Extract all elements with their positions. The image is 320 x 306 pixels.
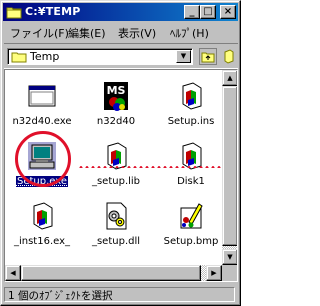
file-list-view[interactable]: n32d40.exe MS n32d40 Setup.ins Setup.exe… bbox=[4, 69, 238, 282]
file-item[interactable]: Setup.bmp bbox=[154, 200, 228, 247]
status-pane: 1 個のｵﾌﾞｼﾞｪｸﾄを選択 bbox=[4, 287, 235, 302]
scroll-down-icon[interactable]: ▼ bbox=[222, 249, 237, 265]
vertical-scrollbar[interactable]: ▲ ▼ bbox=[222, 70, 237, 265]
minimize-button[interactable]: _ bbox=[184, 5, 200, 19]
explorer-window: C:¥TEMP _ □ × ファイル(F) 編集(E) 表示(V) ﾍﾙﾌﾟ(H… bbox=[0, 0, 241, 306]
folder-icon bbox=[11, 52, 27, 63]
gear-file-icon bbox=[106, 202, 127, 230]
scroll-thumb-horizontal[interactable] bbox=[21, 265, 201, 281]
menu-view[interactable]: 表示(V) bbox=[118, 25, 156, 41]
scroll-thumb[interactable] bbox=[222, 86, 237, 246]
folder-icon bbox=[6, 7, 22, 19]
scroll-left-icon[interactable]: ◀ bbox=[5, 265, 21, 281]
file-item[interactable]: Disk1 bbox=[154, 140, 228, 187]
file-label: n32d40.exe bbox=[12, 116, 72, 127]
setup-icon bbox=[182, 82, 202, 110]
chevron-down-icon[interactable]: ▼ bbox=[176, 50, 191, 63]
menu-bar: ファイル(F) 編集(E) 表示(V) ﾍﾙﾌﾟ(H) bbox=[4, 23, 238, 41]
toolbar: Temp ▼ bbox=[4, 43, 238, 69]
close-button[interactable]: × bbox=[220, 5, 236, 19]
ms-dos-icon: MS bbox=[104, 82, 128, 111]
paint-icon bbox=[180, 203, 203, 229]
title-bar[interactable]: C:¥TEMP _ □ × bbox=[3, 3, 238, 21]
dotted-line bbox=[78, 166, 237, 168]
file-item[interactable]: _setup.dll bbox=[79, 200, 153, 247]
file-item[interactable]: n32d40.exe bbox=[5, 80, 79, 127]
scroll-corner bbox=[222, 265, 237, 281]
address-dropdown[interactable]: Temp ▼ bbox=[7, 48, 193, 65]
menu-edit[interactable]: 編集(E) bbox=[68, 25, 106, 41]
scroll-right-icon[interactable]: ▶ bbox=[206, 265, 222, 281]
file-item[interactable]: _setup.lib bbox=[79, 140, 153, 187]
maximize-button[interactable]: □ bbox=[200, 5, 216, 19]
file-item[interactable]: MS n32d40 bbox=[79, 80, 153, 127]
setup-icon bbox=[33, 202, 53, 230]
horizontal-scrollbar[interactable]: ◀ ▶ bbox=[5, 265, 222, 281]
file-label: _setup.lib bbox=[91, 176, 141, 187]
file-label: _setup.dll bbox=[91, 236, 141, 247]
svg-text:MS: MS bbox=[107, 84, 126, 97]
app-exe-icon bbox=[28, 85, 56, 107]
file-label: n32d40 bbox=[96, 116, 136, 127]
scroll-up-icon[interactable]: ▲ bbox=[222, 70, 237, 86]
status-bar: 1 個のｵﾌﾞｼﾞｪｸﾄを選択 bbox=[3, 286, 238, 303]
file-label: Setup.ins bbox=[167, 116, 215, 127]
address-value: Temp bbox=[30, 50, 60, 63]
up-folder-icon[interactable] bbox=[199, 48, 217, 65]
file-item[interactable]: Setup.ins bbox=[154, 80, 228, 127]
highlight-circle bbox=[15, 131, 71, 187]
file-label: _inst16.ex_ bbox=[13, 236, 71, 247]
status-text: 1 個のｵﾌﾞｼﾞｪｸﾄを選択 bbox=[8, 290, 113, 302]
window-title: C:¥TEMP bbox=[25, 5, 81, 18]
file-label: Disk1 bbox=[177, 176, 205, 187]
file-label: Setup.bmp bbox=[163, 236, 219, 247]
menu-help[interactable]: ﾍﾙﾌﾟ(H) bbox=[170, 25, 209, 41]
map-drive-icon[interactable] bbox=[222, 48, 238, 65]
menu-file[interactable]: ファイル(F) bbox=[10, 25, 69, 41]
file-item[interactable]: _inst16.ex_ bbox=[5, 200, 79, 247]
